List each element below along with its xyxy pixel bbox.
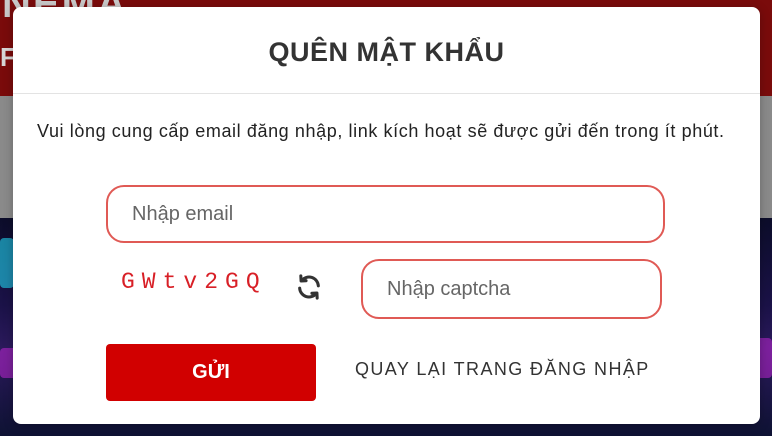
modal-description: Vui lòng cung cấp email đăng nhập, link … (37, 121, 725, 141)
captcha-input[interactable] (361, 259, 662, 319)
back-to-login-link[interactable]: QUAY LẠI TRANG ĐĂNG NHẬP (355, 359, 650, 380)
submit-button[interactable]: GỬI (106, 344, 316, 401)
banner-glow (0, 238, 14, 288)
email-input[interactable] (106, 185, 665, 243)
captcha-code: GWtv2GQ (121, 269, 267, 295)
modal-title: QUÊN MẬT KHẨU (268, 37, 505, 67)
modal-divider (13, 93, 760, 94)
forgot-password-modal: QUÊN MẬT KHẨU Vui lòng cung cấp email đă… (13, 7, 760, 424)
refresh-icon[interactable] (295, 273, 323, 301)
